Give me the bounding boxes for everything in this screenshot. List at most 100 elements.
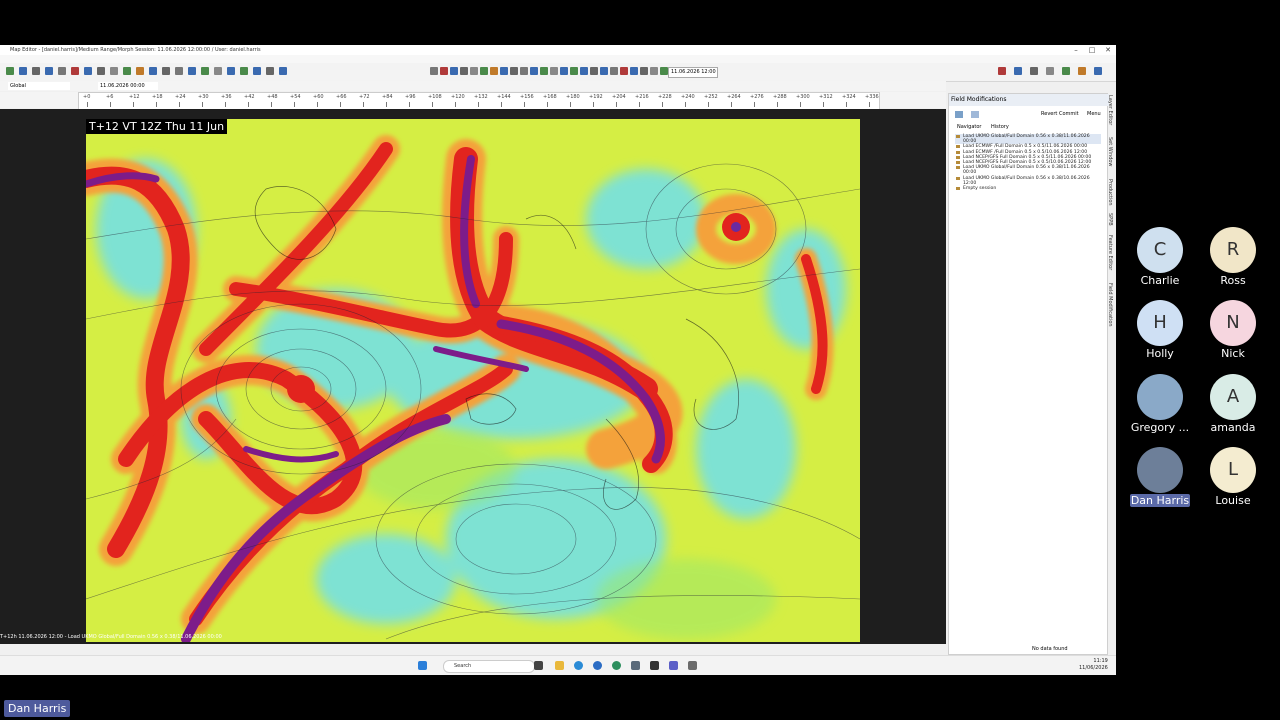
timeline-tick[interactable]: +96 [405,94,416,100]
toolbar-tool-icon[interactable] [1062,67,1070,75]
participant-tile[interactable]: C Charlie [1130,227,1190,287]
timeline-tick[interactable]: +312 [819,94,833,100]
toolbar-tool-icon[interactable] [520,67,528,75]
copy-icon[interactable] [971,111,979,118]
toolbar-tool-icon[interactable] [480,67,488,75]
base-time-select[interactable]: 11.06.2026 00:00 [98,82,158,90]
timeline-tick[interactable]: +324 [842,94,856,100]
timeline-tick[interactable]: +66 [336,94,347,100]
toolbar-tool-icon[interactable] [620,67,628,75]
toolbar-tool-icon[interactable] [510,67,518,75]
forecast-timeline[interactable]: +0 +6 +12 +18 +24 +30 +36 +42 +48 +54 +60 +66 +72 +84… [78,92,880,110]
history-item[interactable]: Load UKMO Global/Full Domain 0.56 x 0.38… [955,165,1101,175]
toolbar-tool-icon[interactable] [45,67,53,75]
toolbar-tool-icon[interactable] [560,67,568,75]
timeline-tick[interactable]: +228 [658,94,672,100]
toolbar-tool-icon[interactable] [19,67,27,75]
toolbar-tool-icon[interactable] [84,67,92,75]
toolbar-tool-icon[interactable] [149,67,157,75]
history-item[interactable]: Empty session [955,186,1101,191]
toolbar-tool-icon[interactable] [600,67,608,75]
toolbar-tool-icon[interactable] [440,67,448,75]
timeline-tick[interactable]: +30 [198,94,209,100]
toolbar-tool-icon[interactable] [470,67,478,75]
menu-button[interactable]: Menu [1087,111,1101,117]
timeline-tick[interactable]: +132 [474,94,488,100]
toolbar-tool-icon[interactable] [430,67,438,75]
toolbar-tool-icon[interactable] [460,67,468,75]
participant-tile[interactable]: N Nick [1203,300,1263,360]
toolbar-tool-icon[interactable] [1014,67,1022,75]
toolbar-tool-icon[interactable] [266,67,274,75]
date-selector[interactable]: 11.06.2026 12:00 [668,67,718,78]
map-editor-icon[interactable] [688,661,697,670]
timeline-tick[interactable]: +42 [244,94,255,100]
timeline-tick[interactable]: +54 [290,94,301,100]
side-tab[interactable]: Set Window [1107,137,1113,167]
toolbar-tool-icon[interactable] [214,67,222,75]
toolbar-tool-icon[interactable] [240,67,248,75]
toolbar-tool-icon[interactable] [110,67,118,75]
timeline-tick[interactable]: +6 [106,94,113,100]
revert-button[interactable]: Revert [1041,111,1057,117]
timeline-tick[interactable]: +216 [635,94,649,100]
minimize-button[interactable]: – [1068,45,1084,55]
toolbar-tool-icon[interactable] [162,67,170,75]
toolbar-tool-icon[interactable] [500,67,508,75]
chrome-icon[interactable] [612,661,621,670]
terminal-icon[interactable] [650,661,659,670]
participant-tile[interactable]: Aamanda [1203,374,1263,434]
toolbar-tool-icon[interactable] [279,67,287,75]
toolbar-tool-icon[interactable] [1030,67,1038,75]
toolbar-tool-icon[interactable] [1078,67,1086,75]
jet-stream-map[interactable] [86,119,860,642]
timeline-tick[interactable]: +180 [566,94,580,100]
maximize-button[interactable]: □ [1084,45,1100,55]
timeline-tick[interactable]: +240 [681,94,695,100]
side-tab[interactable]: Layer Editor [1107,95,1113,125]
toolbar-tool-icon[interactable] [630,67,638,75]
timeline-tick[interactable]: +36 [221,94,232,100]
toolbar-tool-icon[interactable] [71,67,79,75]
timeline-tick[interactable]: +72 [359,94,370,100]
toolbar-tool-icon[interactable] [590,67,598,75]
timeline-tick[interactable]: +156 [520,94,534,100]
tab-history[interactable]: History [991,124,1009,130]
toolbar-tool-icon[interactable] [450,67,458,75]
toolbar-tool-icon[interactable] [136,67,144,75]
toolbar-tool-icon[interactable] [227,67,235,75]
edge-icon[interactable] [574,661,583,670]
timeline-tick[interactable]: +264 [727,94,741,100]
teams-icon[interactable] [669,661,678,670]
history-item[interactable]: Load UKMO Global/Full Domain 0.56 x 0.38… [955,134,1101,145]
timeline-tick[interactable]: +18 [152,94,163,100]
timeline-tick[interactable]: +276 [750,94,764,100]
timeline-tick[interactable]: +12 [129,94,140,100]
toolbar-tool-icon[interactable] [175,67,183,75]
toolbar-tool-icon[interactable] [580,67,588,75]
timeline-tick[interactable]: +0 [83,94,90,100]
timeline-tick[interactable]: +288 [773,94,787,100]
toolbar-tool-icon[interactable] [540,67,548,75]
toolbar-tool-icon[interactable] [58,67,66,75]
commit-button[interactable]: Commit [1059,111,1079,117]
browser-icon[interactable] [593,661,602,670]
toolbar-tool-icon[interactable] [570,67,578,75]
windows-start-icon[interactable] [418,661,427,670]
side-tab[interactable]: Production [1107,179,1113,206]
toolbar-tool-icon[interactable] [97,67,105,75]
close-button[interactable]: ✕ [1100,45,1116,55]
timeline-tick[interactable]: +108 [428,94,442,100]
domain-select[interactable]: Global [8,82,70,90]
timeline-tick[interactable]: +168 [543,94,557,100]
edit-icon[interactable] [955,111,963,118]
file-explorer-icon[interactable] [555,661,564,670]
side-tab[interactable]: Feature Editor [1107,235,1113,270]
participant-tile[interactable]: Dan Harris [1130,447,1190,507]
participant-tile[interactable]: R Ross [1203,227,1263,287]
timeline-tick[interactable]: +48 [267,94,278,100]
timeline-tick[interactable]: +60 [313,94,324,100]
timeline-tick[interactable]: +84 [382,94,393,100]
timeline-tick[interactable]: +120 [451,94,465,100]
toolbar-tool-icon[interactable] [490,67,498,75]
